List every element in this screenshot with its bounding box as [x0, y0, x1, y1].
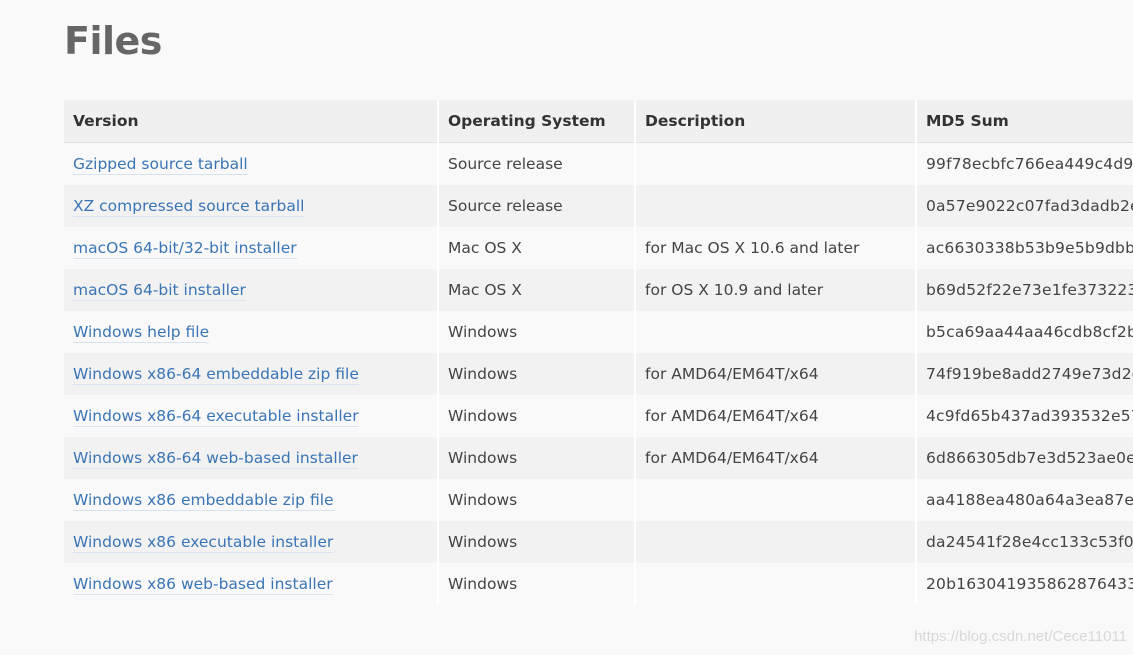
md5-cell: 99f78ecbfc766ea449c4d9e [916, 142, 1133, 185]
version-cell: Windows x86 embeddable zip file [64, 479, 439, 521]
description-cell [635, 142, 917, 185]
version-cell: Windows x86 web-based installer [64, 563, 439, 605]
description-cell [635, 479, 917, 521]
description-cell: for AMD64/EM64T/x64 [635, 395, 917, 437]
version-cell: Windows x86 executable installer [64, 521, 439, 563]
column-header-version: Version [64, 100, 439, 143]
os-cell: Source release [438, 185, 636, 227]
table-row: macOS 64-bit installer Mac OS X for OS X… [64, 269, 1133, 311]
os-cell: Windows [438, 311, 636, 353]
description-cell [635, 521, 917, 563]
page-title: Files [64, 19, 162, 63]
download-link[interactable]: macOS 64-bit installer [73, 281, 246, 301]
table-row: Windows x86 executable installer Windows… [64, 521, 1133, 563]
table-row: Windows x86-64 embeddable zip file Windo… [64, 353, 1133, 395]
os-cell: Windows [438, 395, 636, 437]
table-header-row: Version Operating System Description MD5… [64, 100, 1133, 143]
download-link[interactable]: Gzipped source tarball [73, 155, 248, 175]
os-cell: Mac OS X [438, 227, 636, 269]
md5-cell: aa4188ea480a64a3ea87e7 [916, 479, 1133, 521]
description-cell: for AMD64/EM64T/x64 [635, 353, 917, 395]
files-table: Version Operating System Description MD5… [64, 100, 1133, 605]
md5-cell: ac6630338b53b9e5b9dbb1 [916, 227, 1133, 269]
table-row: Windows x86-64 executable installer Wind… [64, 395, 1133, 437]
os-cell: Source release [438, 142, 636, 185]
md5-cell: 0a57e9022c07fad3dadb2e [916, 185, 1133, 227]
md5-cell: 4c9fd65b437ad393532e57f [916, 395, 1133, 437]
os-cell: Mac OS X [438, 269, 636, 311]
os-cell: Windows [438, 437, 636, 479]
description-cell [635, 563, 917, 605]
download-link[interactable]: XZ compressed source tarball [73, 197, 305, 217]
download-link[interactable]: Windows x86 executable installer [73, 533, 334, 553]
version-cell: XZ compressed source tarball [64, 185, 439, 227]
version-cell: macOS 64-bit installer [64, 269, 439, 311]
column-header-description: Description [635, 100, 917, 143]
download-link[interactable]: Windows x86 embeddable zip file [73, 491, 334, 511]
table-row: Windows help file Windows b5ca69aa44aa46… [64, 311, 1133, 353]
md5-cell: b5ca69aa44aa46cdb8cf2b5 [916, 311, 1133, 353]
description-cell: for OS X 10.9 and later [635, 269, 917, 311]
md5-cell: 6d866305db7e3d523ae0eb [916, 437, 1133, 479]
version-cell: Windows x86-64 web-based installer [64, 437, 439, 479]
version-cell: macOS 64-bit/32-bit installer [64, 227, 439, 269]
version-cell: Windows x86-64 executable installer [64, 395, 439, 437]
table-row: Windows x86-64 web-based installer Windo… [64, 437, 1133, 479]
download-link[interactable]: Windows x86-64 executable installer [73, 407, 359, 427]
os-cell: Windows [438, 563, 636, 605]
os-cell: Windows [438, 521, 636, 563]
md5-cell: 20b163041935862876433 [916, 563, 1133, 605]
version-cell: Windows x86-64 embeddable zip file [64, 353, 439, 395]
download-link[interactable]: macOS 64-bit/32-bit installer [73, 239, 297, 259]
table-row: macOS 64-bit/32-bit installer Mac OS X f… [64, 227, 1133, 269]
download-link[interactable]: Windows x86-64 web-based installer [73, 449, 358, 469]
download-link[interactable]: Windows x86 web-based installer [73, 575, 333, 595]
description-cell [635, 185, 917, 227]
version-cell: Windows help file [64, 311, 439, 353]
table-row: XZ compressed source tarball Source rele… [64, 185, 1133, 227]
download-link[interactable]: Windows help file [73, 323, 210, 343]
table-row: Gzipped source tarball Source release 99… [64, 142, 1133, 185]
md5-cell: b69d52f22e73e1fe3732233 [916, 269, 1133, 311]
column-header-md5: MD5 Sum [916, 100, 1133, 143]
os-cell: Windows [438, 479, 636, 521]
description-cell: for AMD64/EM64T/x64 [635, 437, 917, 479]
os-cell: Windows [438, 353, 636, 395]
md5-cell: 74f919be8add2749e73d2d [916, 353, 1133, 395]
description-cell: for Mac OS X 10.6 and later [635, 227, 917, 269]
table-row: Windows x86 web-based installer Windows … [64, 563, 1133, 605]
description-cell [635, 311, 917, 353]
watermark: https://blog.csdn.net/Cece11011 [914, 628, 1127, 645]
md5-cell: da24541f28e4cc133c53f06 [916, 521, 1133, 563]
table-row: Windows x86 embeddable zip file Windows … [64, 479, 1133, 521]
download-link[interactable]: Windows x86-64 embeddable zip file [73, 365, 359, 385]
column-header-os: Operating System [438, 100, 636, 143]
version-cell: Gzipped source tarball [64, 142, 439, 185]
